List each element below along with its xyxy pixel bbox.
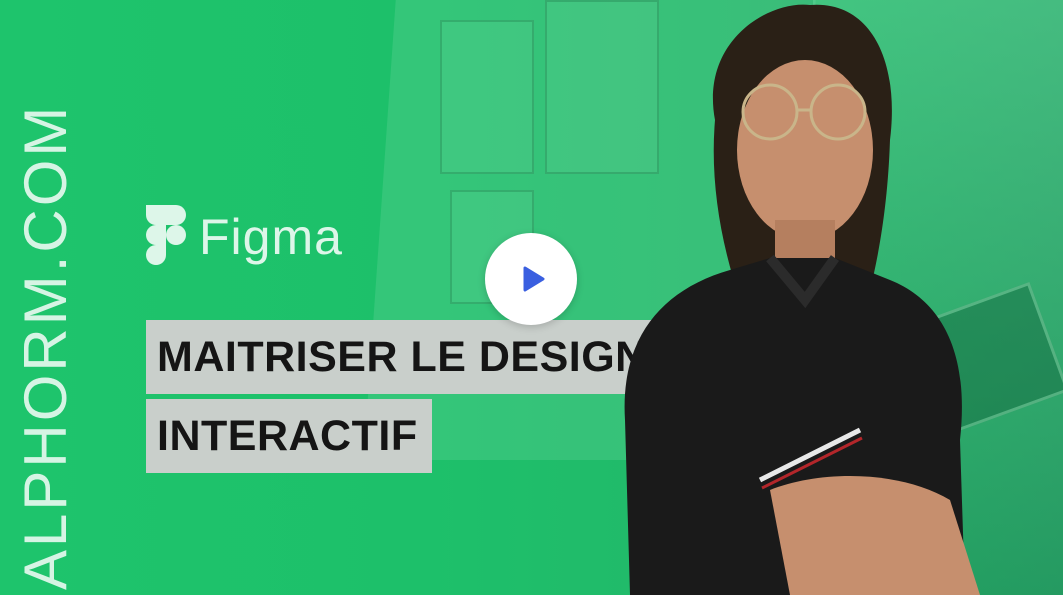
play-icon [523,266,544,292]
figma-icon [146,205,186,265]
video-thumbnail[interactable]: ALPHORM.COM Figma MAITRISER LE DESIGN IN… [0,0,1063,595]
brand-vertical-text: ALPHORM.COM [12,103,79,590]
background-sketch-frame [440,20,534,174]
figma-wordmark: Figma [199,209,343,265]
title-line-2: INTERACTIF [146,399,432,473]
presenter-photo [624,4,980,595]
title-line-1: MAITRISER LE DESIGN [146,320,661,394]
play-button[interactable] [485,233,577,325]
figma-logo: Figma [143,205,343,269]
